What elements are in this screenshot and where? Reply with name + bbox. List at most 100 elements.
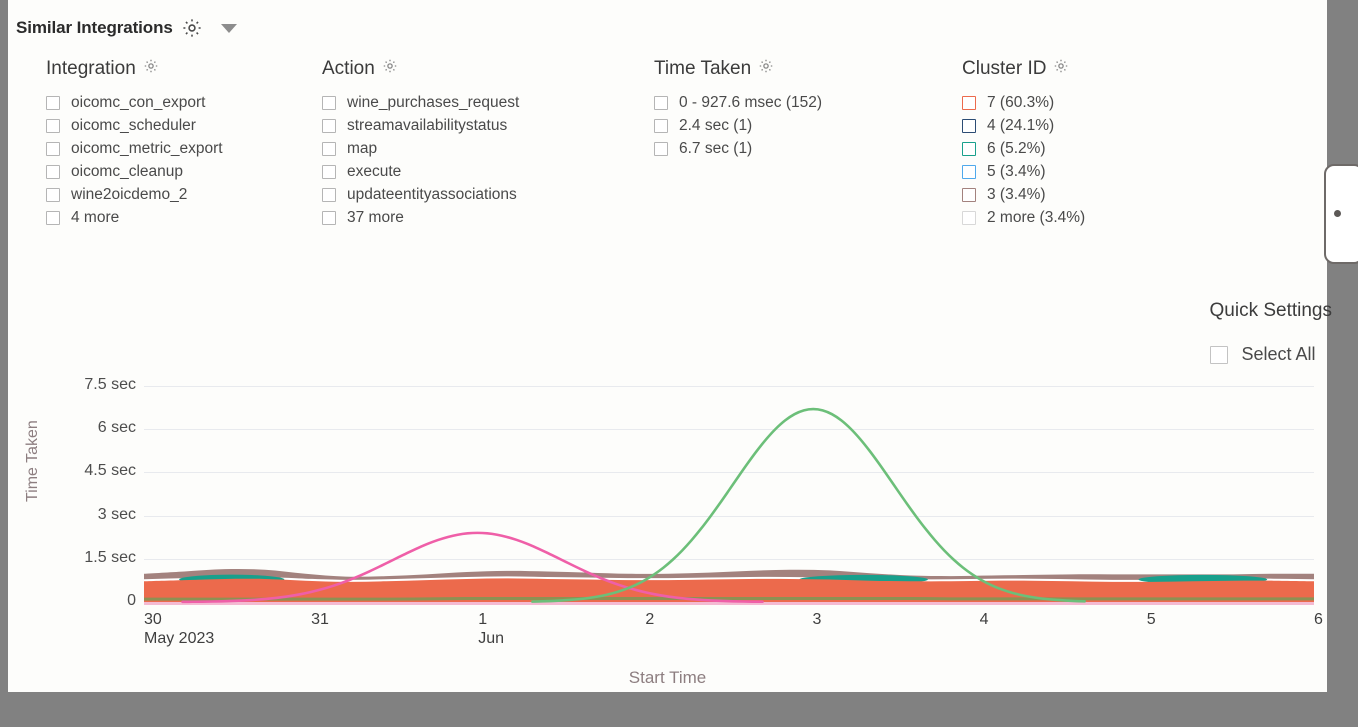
- series-line-4: [144, 599, 1314, 600]
- list-item-more[interactable]: 2 more (3.4%): [962, 209, 1262, 227]
- gear-icon[interactable]: [382, 58, 404, 80]
- checkbox[interactable]: [322, 119, 336, 133]
- gear-icon[interactable]: [1053, 58, 1075, 80]
- list-item[interactable]: 6 (5.2%): [962, 140, 1262, 158]
- checkbox[interactable]: [654, 96, 668, 110]
- gear-icon[interactable]: [758, 58, 780, 80]
- facet-list: 0 - 927.6 msec (152) 2.4 sec (1) 6.7 sec…: [654, 94, 962, 158]
- list-item[interactable]: 4 (24.1%): [962, 117, 1262, 135]
- time-taken-chart: Time Taken 01.5 sec3 sec4.5 sec6 sec7.5 …: [8, 386, 1327, 692]
- x-axis-ticks: 30May 2023311Jun23456: [144, 610, 1314, 670]
- list-item[interactable]: execute: [322, 163, 654, 181]
- y-axis-ticks: 01.5 sec3 sec4.5 sec6 sec7.5 sec: [8, 386, 136, 606]
- facet-title: Action: [322, 58, 375, 80]
- list-item[interactable]: 0 - 927.6 msec (152): [654, 94, 962, 112]
- list-item-label: 4 more: [71, 209, 119, 227]
- facet-title: Integration: [46, 58, 136, 80]
- facet-header: Integration: [46, 58, 322, 80]
- facet-list: oicomc_con_export oicomc_scheduler oicom…: [46, 94, 322, 227]
- checkbox[interactable]: [322, 96, 336, 110]
- x-axis-tick: 4: [980, 610, 989, 629]
- chevron-down-icon[interactable]: [221, 24, 237, 33]
- list-item-label: oicomc_con_export: [71, 94, 205, 112]
- list-item-label: streamavailabilitystatus: [347, 117, 507, 135]
- list-item[interactable]: oicomc_scheduler: [46, 117, 322, 135]
- list-item[interactable]: 6.7 sec (1): [654, 140, 962, 158]
- chart-series-layer: [144, 386, 1314, 606]
- list-item-label: oicomc_metric_export: [71, 140, 223, 158]
- list-item-label: wine2oicdemo_2: [71, 186, 187, 204]
- list-item-label: map: [347, 140, 377, 158]
- panel-header: Similar Integrations: [8, 8, 336, 48]
- select-all-checkbox[interactable]: [1210, 346, 1228, 364]
- facet-header: Cluster ID: [962, 58, 1262, 80]
- list-item-label: 3 (3.4%): [987, 186, 1046, 204]
- checkbox[interactable]: [46, 119, 60, 133]
- facet-header: Action: [322, 58, 654, 80]
- list-item-more[interactable]: 37 more: [322, 209, 654, 227]
- list-item-label: oicomc_cleanup: [71, 163, 183, 181]
- list-item[interactable]: streamavailabilitystatus: [322, 117, 654, 135]
- list-item[interactable]: updateentityassociations: [322, 186, 654, 204]
- checkbox[interactable]: [46, 165, 60, 179]
- list-item[interactable]: oicomc_cleanup: [46, 163, 322, 181]
- x-axis-tick: 1Jun: [478, 610, 504, 648]
- x-tick-sublabel: May 2023: [144, 629, 214, 648]
- x-tick-label: 1: [478, 611, 487, 628]
- quick-settings-title: Quick Settings: [1210, 300, 1333, 322]
- list-item-more[interactable]: 4 more: [46, 209, 322, 227]
- checkbox[interactable]: [46, 211, 60, 225]
- list-item-label: 5 (3.4%): [987, 163, 1046, 181]
- list-item[interactable]: oicomc_metric_export: [46, 140, 322, 158]
- x-axis-label: Start Time: [8, 668, 1327, 688]
- checkbox[interactable]: [322, 142, 336, 156]
- select-all-label: Select All: [1242, 344, 1316, 365]
- list-item-label: updateentityassociations: [347, 186, 517, 204]
- list-item-label: 37 more: [347, 209, 404, 227]
- checkbox[interactable]: [46, 142, 60, 156]
- list-item[interactable]: oicomc_con_export: [46, 94, 322, 112]
- checkbox[interactable]: [654, 119, 668, 133]
- app-viewport: Similar Integrations Integration o: [0, 0, 1358, 727]
- checkbox[interactable]: [46, 96, 60, 110]
- list-item-label: oicomc_scheduler: [71, 117, 196, 135]
- checkbox[interactable]: [962, 96, 976, 110]
- page-title: Similar Integrations: [16, 18, 173, 38]
- checkbox[interactable]: [962, 142, 976, 156]
- list-item[interactable]: 3 (3.4%): [962, 186, 1262, 204]
- list-item[interactable]: 7 (60.3%): [962, 94, 1262, 112]
- facet-integration: Integration oicomc_con_export oicomc_sch…: [46, 58, 322, 227]
- checkbox[interactable]: [962, 119, 976, 133]
- x-tick-label: 30: [144, 611, 162, 628]
- x-axis-tick: 2: [645, 610, 654, 629]
- y-axis-tick: 6 sec: [98, 419, 136, 437]
- x-axis-tick: 3: [813, 610, 822, 629]
- side-drawer-handle[interactable]: [1324, 164, 1358, 264]
- list-item[interactable]: wine2oicdemo_2: [46, 186, 322, 204]
- checkbox[interactable]: [962, 188, 976, 202]
- list-item-label: 6.7 sec (1): [679, 140, 752, 158]
- select-all-row[interactable]: Select All: [1210, 344, 1333, 365]
- checkbox[interactable]: [962, 165, 976, 179]
- list-item[interactable]: 5 (3.4%): [962, 163, 1262, 181]
- list-item[interactable]: 2.4 sec (1): [654, 117, 962, 135]
- x-tick-label: 3: [813, 611, 822, 628]
- checkbox[interactable]: [654, 142, 668, 156]
- y-axis-tick: 1.5 sec: [84, 549, 136, 567]
- gear-icon[interactable]: [181, 17, 203, 39]
- list-item[interactable]: map: [322, 140, 654, 158]
- x-axis-tick: 6: [1314, 610, 1323, 629]
- gear-icon[interactable]: [143, 58, 165, 80]
- checkbox[interactable]: [46, 188, 60, 202]
- checkbox[interactable]: [962, 211, 976, 225]
- x-tick-label: 2: [645, 611, 654, 628]
- y-axis-tick: 7.5 sec: [84, 376, 136, 394]
- list-item-label: 4 (24.1%): [987, 117, 1054, 135]
- checkbox[interactable]: [322, 188, 336, 202]
- quick-settings: Quick Settings Select All: [1210, 300, 1333, 365]
- list-item[interactable]: wine_purchases_request: [322, 94, 654, 112]
- facet-header: Time Taken: [654, 58, 962, 80]
- x-tick-label: 6: [1314, 611, 1323, 628]
- checkbox[interactable]: [322, 211, 336, 225]
- checkbox[interactable]: [322, 165, 336, 179]
